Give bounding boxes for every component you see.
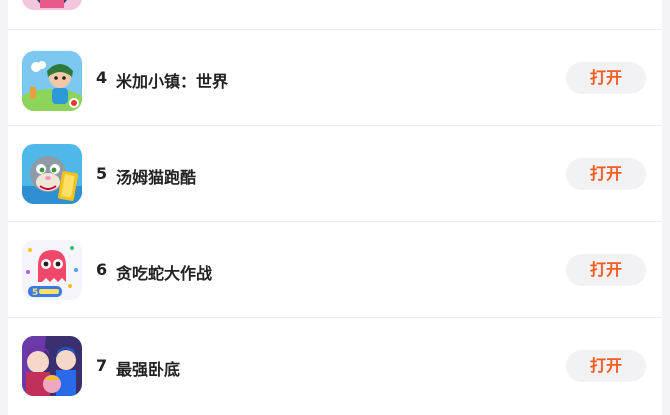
list-item[interactable]: 4 米加小镇：世界 打开 (8, 29, 662, 125)
list-item[interactable]: 5 汤姆猫跑酷 打开 (8, 125, 662, 221)
rank-number: 6 (96, 260, 108, 279)
list-item[interactable]: 5 6 贪吃蛇大作战 打开 (8, 221, 662, 317)
undercover-app-icon[interactable] (22, 336, 82, 396)
rank-number: 4 (96, 68, 108, 87)
list-item[interactable]: 7 最强卧底 打开 (8, 317, 662, 413)
toca-world-app-icon[interactable] (22, 51, 82, 111)
app-name[interactable]: 米加小镇：世界 (116, 68, 228, 92)
svg-text:5: 5 (32, 288, 38, 298)
app-list-card: 4 米加小镇：世界 打开 5 汤姆猫跑酷 打开 5 6 贪吃蛇大作战 打开 7 … (8, 0, 662, 415)
app-name[interactable]: 最强卧底 (116, 356, 180, 380)
open-button[interactable]: 打开 (566, 62, 646, 94)
rank-number: 7 (96, 356, 108, 375)
app-name[interactable]: 贪吃蛇大作战 (116, 260, 212, 284)
open-button[interactable]: 打开 (566, 350, 646, 382)
tom-gold-run-app-icon[interactable] (22, 144, 82, 204)
open-button[interactable]: 打开 (566, 254, 646, 286)
snake-battle-app-icon[interactable]: 5 (22, 240, 82, 300)
previous-app-icon[interactable] (22, 0, 82, 10)
open-button[interactable]: 打开 (566, 158, 646, 190)
app-name[interactable]: 汤姆猫跑酷 (116, 164, 196, 188)
rank-number: 5 (96, 164, 108, 183)
